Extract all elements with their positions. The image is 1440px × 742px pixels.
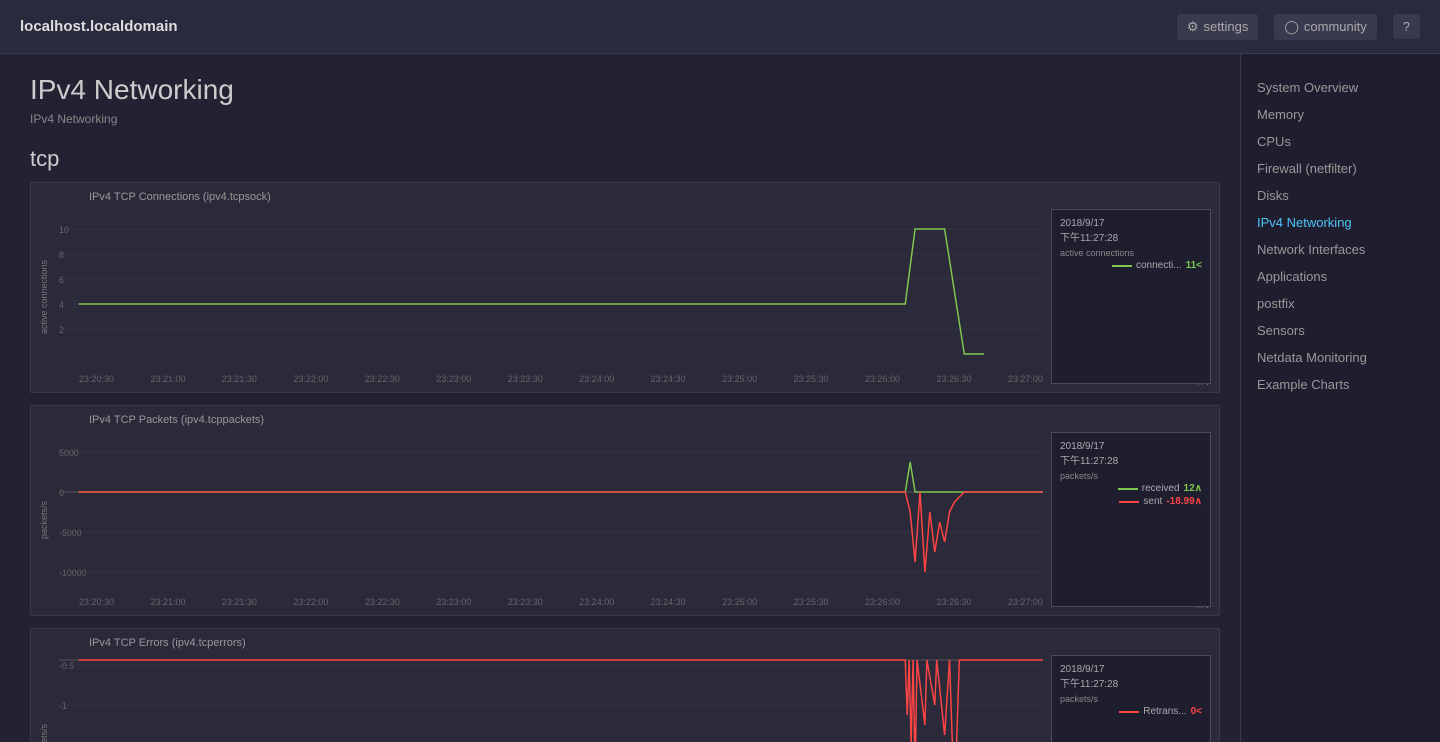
chart2-svg-wrapper: 5000 0 -5000 -10000 23:20:30 23:21:00 [59,432,1043,607]
chart2-title: IPv4 TCP Packets (ipv4.tcppackets) [39,414,1211,426]
chart2-x-axis: 23:20:30 23:21:00 23:21:30 23:22:00 23:2… [59,595,1043,607]
sidebar-item-postfix[interactable]: postfix [1241,290,1440,317]
chart1-info-box: 2018/9/17下午11:27:28 active connections c… [1051,209,1211,384]
chart1-svg: 10 8 6 4 2 [59,209,1043,369]
sidebar-item-network-interfaces[interactable]: Network Interfaces [1241,236,1440,263]
sidebar-item-memory[interactable]: Memory [1241,101,1440,128]
chart1-title: IPv4 TCP Connections (ipv4.tcpsock) [39,191,1211,203]
chart1-legend-label: active connections [1060,248,1202,258]
sidebar-item-ipv4[interactable]: IPv4 Networking [1241,209,1440,236]
chart-tcp-errors: IPv4 TCP Errors (ipv4.tcperrors) packets… [30,628,1220,742]
chart3-svg: -0.5 -1 -1.5 -2 [59,655,1043,742]
svg-text:-1: -1 [59,701,67,711]
chart3-timestamp: 2018/9/17下午11:27:28 [1060,662,1202,692]
sidebar-item-firewall[interactable]: Firewall (netfilter) [1241,155,1440,182]
layout: IPv4 Networking IPv4 Networking tcp IPv4… [0,54,1440,742]
chart1-timestamp: 2018/9/17下午11:27:28 [1060,216,1202,246]
svg-text:2: 2 [59,325,64,335]
chart1-area: active connections 10 8 6 4 2 [39,209,1211,384]
help-button[interactable]: ? [1393,14,1420,39]
chart2-sent-value: -18.99∧ [1166,496,1202,507]
chart2-y-label: packets/s [39,432,59,607]
sidebar-item-netdata[interactable]: Netdata Monitoring [1241,344,1440,371]
chart3-retrans-value: 0< [1191,706,1202,717]
chart1-legend-value: 11< [1186,260,1202,271]
svg-text:-10000: -10000 [59,568,87,578]
svg-text:10: 10 [59,225,69,235]
settings-button[interactable]: ⚙ settings [1177,14,1258,40]
chart1-y-label: active connections [39,209,59,384]
chart1-legend-line [1112,265,1132,267]
header-title: localhost.localdomain [20,18,1177,35]
svg-text:-0.5: -0.5 [59,661,74,671]
sidebar-item-example[interactable]: Example Charts [1241,371,1440,398]
chart1-x-axis: 23:20:30 23:21:00 23:21:30 23:22:00 23:2… [59,372,1043,384]
chart2-legend-sent: sent -18.99∧ [1060,496,1202,507]
sidebar: System Overview Memory CPUs Firewall (ne… [1240,54,1440,742]
sidebar-item-applications[interactable]: Applications [1241,263,1440,290]
page-title: IPv4 Networking [30,74,1220,106]
svg-text:-5000: -5000 [59,528,82,538]
svg-text:8: 8 [59,250,64,260]
chart3-legend-retrans: Retrans... 0< [1060,706,1202,717]
chart2-received-line [1118,488,1138,490]
chart-tcp-connections: IPv4 TCP Connections (ipv4.tcpsock) acti… [30,182,1220,393]
chart2-legend-received: received 12∧ [1060,483,1202,494]
chart3-retrans-line [1119,711,1139,713]
svg-text:4: 4 [59,300,64,310]
chart2-svg: 5000 0 -5000 -10000 [59,432,1043,592]
svg-text:6: 6 [59,275,64,285]
sidebar-item-disks[interactable]: Disks [1241,182,1440,209]
chart2-timestamp: 2018/9/17下午11:27:28 [1060,439,1202,469]
chart2-legend-label: packets/s [1060,471,1202,481]
chart1-svg-wrapper: 10 8 6 4 2 23:20:30 23:21:00 23:21:30 23… [59,209,1043,384]
chart1-legend-row: connecti... 11< [1060,260,1202,271]
svg-text:5000: 5000 [59,448,79,458]
chart3-legend-label: packets/s [1060,694,1202,704]
section-title: tcp [30,146,1220,172]
chart2-sent-line [1119,501,1139,503]
main-content: IPv4 Networking IPv4 Networking tcp IPv4… [0,54,1240,742]
header-actions: ⚙ settings ◯ community ? [1177,14,1420,40]
breadcrumb: IPv4 Networking [30,112,1220,126]
chart3-y-label: packets/s [39,655,59,742]
gear-icon: ⚙ [1187,19,1199,35]
sidebar-item-sensors[interactable]: Sensors [1241,317,1440,344]
chart2-info-box: 2018/9/17下午11:27:28 packets/s received 1… [1051,432,1211,607]
chart2-area: packets/s 5000 0 -5000 -10000 [39,432,1211,607]
community-button[interactable]: ◯ community [1274,14,1376,40]
chart3-info-box: 2018/9/17下午11:27:28 packets/s Retrans...… [1051,655,1211,742]
sidebar-item-system-overview[interactable]: System Overview [1241,74,1440,101]
sidebar-item-cpus[interactable]: CPUs [1241,128,1440,155]
svg-text:0: 0 [59,488,64,498]
chart-tcp-packets: IPv4 TCP Packets (ipv4.tcppackets) packe… [30,405,1220,616]
chart3-area: packets/s -0.5 -1 -1.5 -2 [39,655,1211,742]
github-icon: ◯ [1284,19,1299,35]
chart2-received-value: 12∧ [1184,483,1202,494]
header: localhost.localdomain ⚙ settings ◯ commu… [0,0,1440,54]
chart3-svg-wrapper: -0.5 -1 -1.5 -2 23:20:30 23:21:00 23:21:… [59,655,1043,742]
chart3-title: IPv4 TCP Errors (ipv4.tcperrors) [39,637,1211,649]
